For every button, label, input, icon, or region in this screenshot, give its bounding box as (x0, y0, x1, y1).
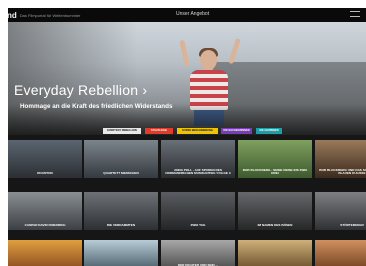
film-tile[interactable] (84, 240, 158, 266)
film-tile-caption: QUARTETT MENSCHEN (103, 171, 139, 176)
film-tile-caption: STÖRTEBEKER (340, 223, 364, 228)
film-tile[interactable]: DER DICHTER UND SEIN ... (161, 240, 235, 266)
figure-arm-right (228, 37, 241, 65)
film-tile[interactable]: BOB BLOCKBERG - SEINE REISE INS ZWEI DRE… (238, 140, 312, 178)
film-tile[interactable]: ANNA POLL - AUF SPUREN DES NORMANNISCHEN… (161, 140, 235, 178)
chevron-right-icon: › (142, 82, 148, 98)
site-tagline: Das Filmportal für Weltenbummler (19, 12, 81, 18)
film-tile-caption: ANNA POLL - AUF SPUREN DES NORMANNISCHEN… (165, 167, 231, 176)
category-chip-1[interactable]: STAATLICHE (145, 128, 173, 134)
category-chip-3[interactable]: DIE NACHBARINNEN (221, 128, 252, 134)
film-tile[interactable]: ROUNTON (8, 140, 82, 178)
film-tile[interactable] (8, 240, 82, 266)
app-screen: nd Das Filmportal für Weltenbummler Unse… (8, 8, 366, 266)
figure-head (200, 50, 217, 70)
category-chip-2[interactable]: KURZE BESCHREIBUNG (177, 128, 218, 134)
top-bar: nd Das Filmportal für Weltenbummler Unse… (8, 8, 366, 22)
film-tile[interactable]: STÖRTEBEKER (315, 192, 366, 230)
film-tile[interactable] (315, 240, 366, 266)
film-tile-caption: BOB BLOCKBERG - SEINE REISE INS ZWEI DRE… (242, 167, 308, 176)
site-logo[interactable]: nd (8, 11, 17, 20)
hero-subtitle: Hommage an die Kraft des friedlichen Wid… (20, 103, 173, 110)
film-tile-caption: ROUNTON (37, 171, 53, 176)
figure-arm-left (179, 39, 190, 67)
film-tile[interactable] (238, 240, 312, 266)
hero-banner[interactable]: Everyday Rebellion › Hommage an die Kraf… (8, 22, 366, 135)
category-chips: EVERYDAY REBELLION STAATLICHE KURZE BESCHR… (8, 128, 366, 136)
film-tile-caption: BOB BLOCKBERG UND DAS SCHWEIN DER BLAUEN… (319, 167, 366, 176)
hamburger-icon[interactable] (350, 11, 360, 17)
film-tile[interactable]: DIE VERDAMMTEN (84, 192, 158, 230)
film-tile-caption: DIE VERDAMMTEN (106, 223, 136, 228)
film-tile[interactable]: CASPAR DAVID FRIEDRICH (8, 192, 82, 230)
film-tile[interactable]: QUARTETT MENSCHEN (84, 140, 158, 178)
film-tile[interactable]: ZWEI TAG (161, 192, 235, 230)
film-tile[interactable]: BOB BLOCKBERG UND DAS SCHWEIN DER BLAUEN… (315, 140, 366, 178)
category-chip-0[interactable]: EVERYDAY REBELLION (103, 128, 141, 134)
hero-title-text: Everyday Rebellion (14, 82, 139, 98)
film-tile[interactable]: IM NAMEN DES BÖSEN (238, 192, 312, 230)
nav-offer-link[interactable]: Unser Angebot (176, 11, 209, 17)
film-tile-caption: ZWEI TAG (190, 223, 206, 228)
film-tile-caption: IM NAMEN DES BÖSEN (257, 223, 293, 228)
hero-title[interactable]: Everyday Rebellion › (14, 82, 147, 98)
film-tile-caption: CASPAR DAVID FRIEDRICH (24, 223, 66, 228)
category-chip-4[interactable]: DIE GEWINNER (256, 128, 282, 134)
